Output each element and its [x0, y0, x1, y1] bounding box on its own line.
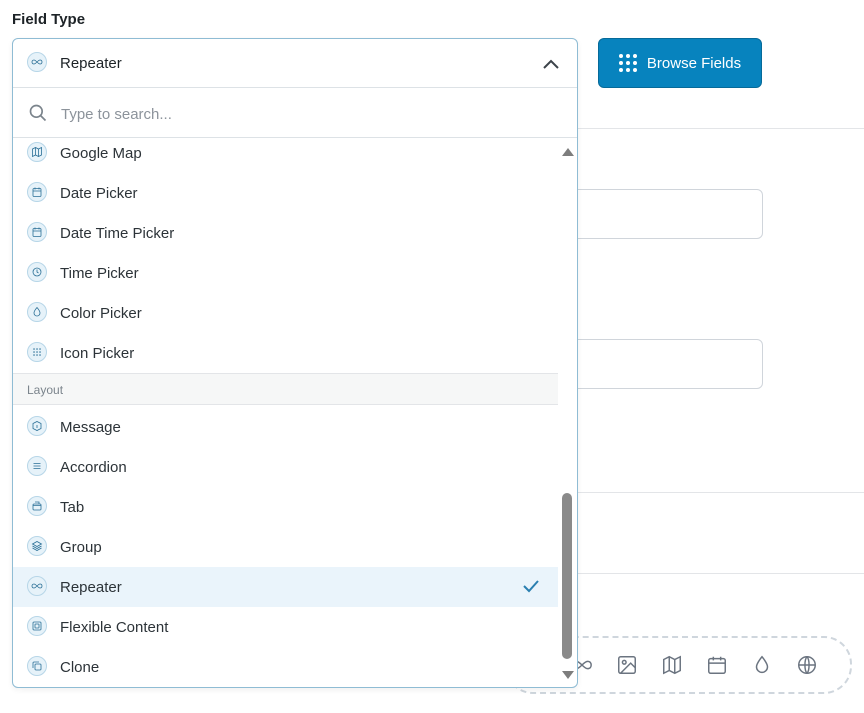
list-item-label: Group	[60, 539, 102, 556]
group-header-label: Layout	[27, 383, 64, 397]
list-item-icon-picker[interactable]: Icon Picker	[13, 333, 558, 373]
bg-input-1[interactable]	[560, 189, 763, 239]
list-item-label: Repeater	[60, 579, 122, 596]
clock-icon	[27, 262, 47, 282]
select-current-value[interactable]: Repeater	[13, 39, 577, 88]
globe-icon[interactable]	[796, 654, 818, 676]
list-item-label: Accordion	[60, 459, 127, 476]
droplet-icon	[27, 302, 47, 322]
group-header-layout: Layout	[13, 373, 558, 405]
info-icon	[27, 416, 47, 436]
list-item-label: Clone	[60, 659, 100, 676]
field-type-label: Field Type	[12, 11, 86, 28]
list-item-group[interactable]: Group	[13, 527, 558, 567]
list-item-label: Flexible Content	[60, 619, 169, 636]
list-item-label: Time Picker	[60, 265, 139, 282]
browse-fields-button[interactable]: Browse Fields	[598, 38, 762, 88]
image-icon[interactable]	[616, 654, 638, 676]
tab-icon	[27, 496, 47, 516]
list-item-tab[interactable]: Tab	[13, 487, 558, 527]
bg-divider-2	[578, 492, 864, 493]
browse-fields-label: Browse Fields	[646, 54, 742, 72]
search-icon	[28, 103, 48, 128]
list-item-color-picker[interactable]: Color Picker	[13, 293, 558, 333]
list-item-label: Date Time Picker	[60, 225, 175, 242]
check-icon	[522, 578, 540, 599]
list-item-repeater[interactable]: Repeater	[13, 567, 558, 607]
field-type-select[interactable]: Repeater Google Map Date Picker Date Tim…	[12, 38, 578, 688]
chevron-up-icon[interactable]	[543, 56, 559, 74]
search-row	[13, 88, 577, 138]
layers-icon	[27, 536, 47, 556]
list-item-label: Color Picker	[60, 305, 142, 322]
list-item-date-time-picker[interactable]: Date Time Picker	[13, 213, 558, 253]
infinity-icon	[27, 576, 47, 596]
droplet-icon[interactable]	[751, 654, 773, 676]
list-item-label: Date Picker	[60, 185, 138, 202]
infinity-icon	[27, 52, 47, 72]
scroll-thumb[interactable]	[562, 493, 572, 659]
list-item-flexible-content[interactable]: Flexible Content	[13, 607, 558, 647]
flexible-icon	[27, 616, 47, 636]
list-item-time-picker[interactable]: Time Picker	[13, 253, 558, 293]
search-input[interactable]	[59, 100, 543, 128]
list-item-label: Google Map	[60, 145, 142, 162]
map-icon[interactable]	[661, 654, 683, 676]
bg-input-2[interactable]	[560, 339, 763, 389]
calendar-icon[interactable]	[706, 654, 728, 676]
list-item-accordion[interactable]: Accordion	[13, 447, 558, 487]
list-item-clone[interactable]: Clone	[13, 647, 558, 687]
map-icon	[27, 142, 47, 162]
scroll-down-arrow-icon[interactable]	[562, 671, 574, 679]
grid-dots-icon	[618, 54, 637, 72]
list-item-label: Tab	[60, 499, 85, 516]
select-value-text: Repeater	[60, 55, 122, 72]
list-item-label: Message	[60, 419, 121, 436]
accordion-icon	[27, 456, 47, 476]
list-scrollbar[interactable]	[558, 138, 577, 687]
calendar-icon	[27, 222, 47, 242]
field-type-list: Google Map Date Picker Date Time Picker …	[13, 138, 558, 687]
list-item-google-map[interactable]: Google Map	[13, 138, 558, 173]
grid-icon	[27, 342, 47, 362]
list-item-message[interactable]: Message	[13, 407, 558, 447]
clone-icon	[27, 656, 47, 676]
bg-divider-1	[578, 128, 864, 129]
bg-divider-3	[578, 573, 864, 574]
calendar-icon	[27, 182, 47, 202]
list-item-label: Icon Picker	[60, 345, 135, 362]
list-item-date-picker[interactable]: Date Picker	[13, 173, 558, 213]
scroll-up-arrow-icon[interactable]	[562, 148, 574, 156]
